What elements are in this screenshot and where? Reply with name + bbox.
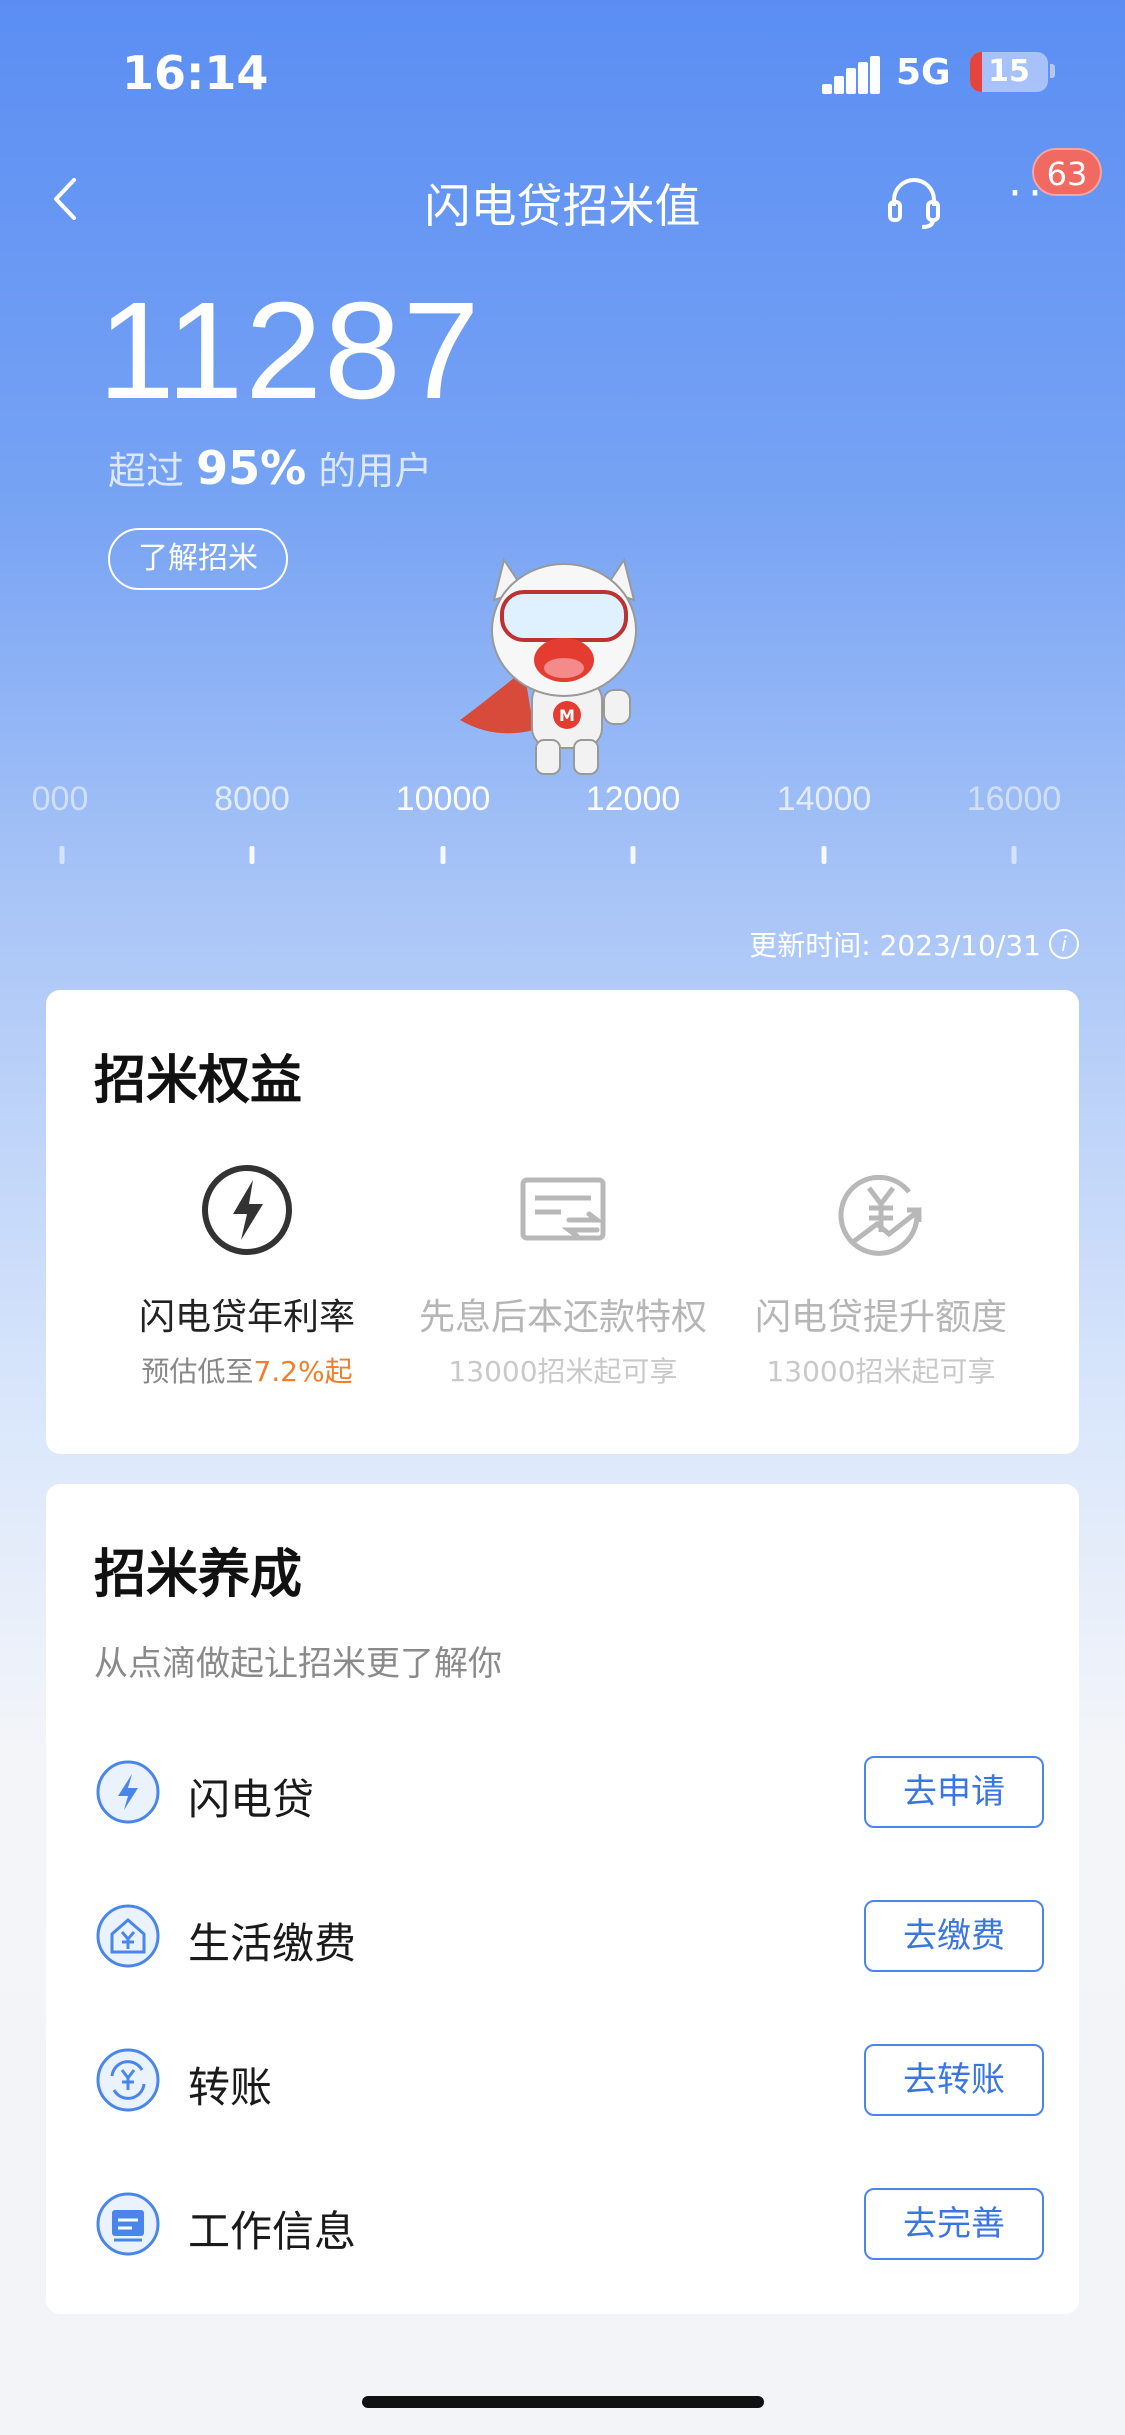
scale-tick	[1011, 846, 1017, 864]
card-exchange-icon	[520, 1177, 606, 1241]
score-value: 11287	[98, 274, 482, 428]
benefit-highlight: 7.2%起	[253, 1355, 353, 1388]
learn-button[interactable]: 了解招米	[108, 528, 288, 590]
scale-label: 16000	[966, 780, 1062, 818]
benefit-sub: 13000招米起可享	[448, 1355, 678, 1388]
task-row-work-info: 工作信息 去完善	[94, 2180, 1044, 2270]
cultivate-card: 招米养成 从点滴做起让招米更了解你 闪电贷 去申请 生活缴费 去缴费 转账 去转…	[46, 1484, 1079, 2314]
cultivate-title: 招米养成	[94, 1545, 303, 1605]
scale-label: 8000	[214, 780, 290, 818]
task-row-loan: 闪电贷 去申请	[94, 1748, 1044, 1838]
scale-tick	[440, 846, 446, 864]
transfer-button[interactable]: 去转账	[864, 2044, 1044, 2116]
task-row-transfer: 转账 去转账	[94, 2036, 1044, 2126]
signal-icon	[822, 56, 880, 94]
task-label: 工作信息	[188, 2207, 357, 2256]
complete-button[interactable]: 去完善	[864, 2188, 1044, 2260]
battery-percent: 15	[988, 54, 1030, 89]
score-scale[interactable]: 000 8000 10000 12000 14000 16000	[0, 780, 1125, 880]
update-time: 更新时间: 2023/10/31 i	[749, 924, 1079, 964]
network-type: 5G	[896, 52, 951, 93]
update-time-text: 更新时间: 2023/10/31	[749, 929, 1041, 962]
benefit-name: 闪电贷年利率	[138, 1297, 355, 1338]
task-label: 转账	[188, 2063, 273, 2112]
mascot-illustration: M	[460, 557, 637, 775]
transfer-yuan-icon	[96, 2048, 160, 2112]
page-title: 闪电贷招米值	[424, 179, 701, 233]
lightning-circle-icon	[202, 1165, 292, 1255]
task-label: 生活缴费	[188, 1919, 357, 1968]
benefit-name: 先息后本还款特权	[418, 1297, 707, 1338]
scale-tick	[630, 846, 636, 864]
battery-icon: 15	[970, 52, 1048, 92]
benefit-interest-first[interactable]: 先息后本还款特权 13000招米起可享	[398, 1162, 728, 1390]
nav-bar: 闪电贷招米值 ···	[0, 160, 1125, 240]
pay-button[interactable]: 去缴费	[864, 1900, 1044, 1972]
headset-icon[interactable]	[884, 172, 944, 232]
svg-text:M: M	[559, 706, 575, 725]
yuan-growth-icon	[838, 1174, 922, 1256]
rank-prefix: 超过	[108, 449, 185, 493]
benefit-name: 闪电贷提升额度	[754, 1297, 1007, 1338]
rank-suffix: 的用户	[318, 449, 433, 493]
status-bar: 16:14 5G 15	[0, 0, 1125, 140]
benefit-raise-limit[interactable]: 闪电贷提升额度 13000招米起可享	[716, 1162, 1046, 1390]
battery-tip	[1050, 64, 1055, 78]
task-row-bills: 生活缴费 去缴费	[94, 1892, 1044, 1982]
benefit-sub: 预估低至7.2%起	[82, 1350, 412, 1390]
benefits-title: 招米权益	[94, 1051, 303, 1111]
rank-percent: 95%	[196, 441, 307, 495]
cultivate-subtitle: 从点滴做起让招米更了解你	[94, 1644, 502, 1684]
scale-tick	[59, 846, 65, 864]
scale-label: 10000	[395, 780, 491, 818]
scale-label: 14000	[776, 780, 872, 818]
apply-button[interactable]: 去申请	[864, 1756, 1044, 1828]
rank-text: 超过 95% 的用户	[108, 440, 432, 495]
benefit-loan-rate[interactable]: 闪电贷年利率 预估低至7.2%起	[82, 1162, 412, 1390]
home-indicator[interactable]	[362, 2396, 764, 2408]
scale-tick	[821, 846, 827, 864]
lightning-icon	[96, 1760, 160, 1824]
scale-label: 12000	[585, 780, 681, 818]
status-time: 16:14	[122, 46, 269, 100]
scale-tick	[249, 846, 255, 864]
home-yuan-icon	[96, 1904, 160, 1968]
benefits-card: 招米权益 闪电贷年利率 预估低至7.2%起 先息后本还款特权 13000招米起可…	[46, 990, 1079, 1454]
task-label: 闪电贷	[188, 1775, 315, 1824]
notification-badge: 63	[1032, 148, 1102, 196]
scale-label: 000	[31, 780, 89, 818]
benefit-sub-prefix: 预估低至	[141, 1355, 254, 1388]
benefit-sub: 13000招米起可享	[766, 1355, 996, 1388]
info-icon[interactable]: i	[1049, 929, 1079, 959]
id-card-icon	[96, 2192, 160, 2256]
